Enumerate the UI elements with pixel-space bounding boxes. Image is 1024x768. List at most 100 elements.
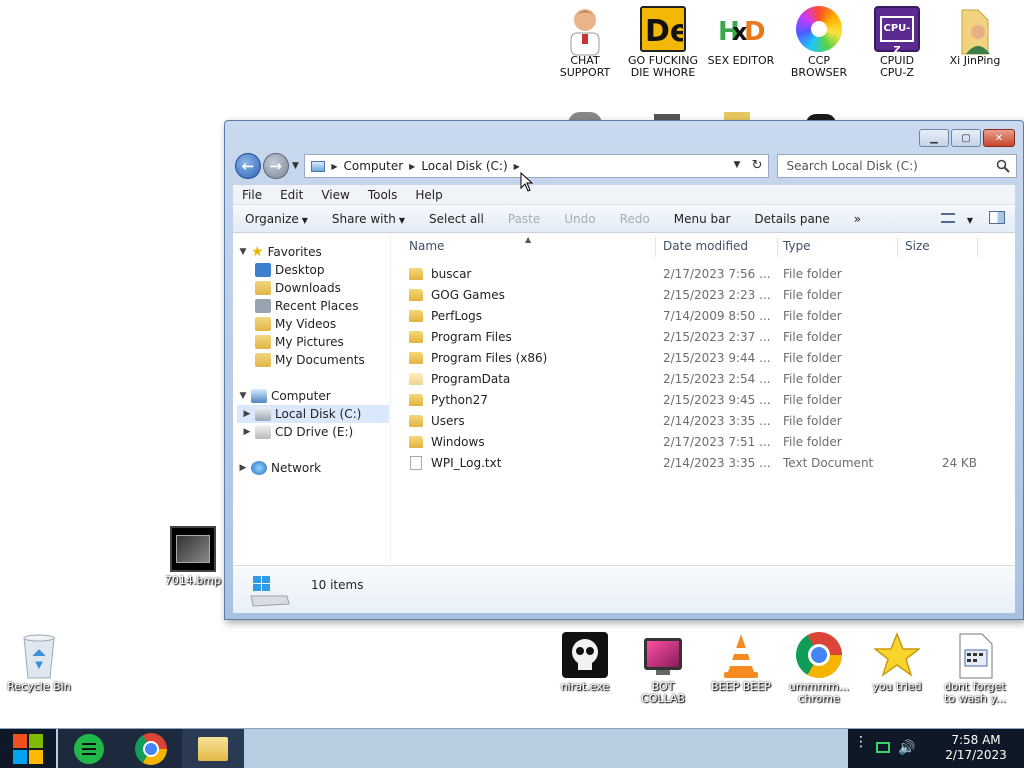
column-header-date[interactable]: Date modified	[663, 233, 748, 259]
tree-favorites[interactable]: ▼ ★ Favorites	[237, 243, 322, 261]
breadcrumb-local-disk[interactable]: Local Disk (C:)	[421, 159, 507, 173]
tree-computer[interactable]: ▼ Computer	[237, 387, 331, 405]
tree-local-disk-c[interactable]: ▶ Local Disk (C:)	[237, 405, 389, 423]
view-options-button[interactable]: ▼	[935, 212, 979, 226]
menu-view[interactable]: View	[312, 188, 358, 202]
tree-my-videos[interactable]: My Videos	[253, 315, 336, 333]
address-bar[interactable]: ▶ Computer ▶ Local Disk (C:) ▶ ▼ ↻	[304, 154, 770, 178]
file-row[interactable]: WPI_Log.txt 2/14/2023 3:35 ... Text Docu…	[409, 452, 1009, 473]
share-with-button[interactable]: Share with ▼	[320, 212, 417, 226]
tree-label: Downloads	[275, 281, 341, 295]
paste-button[interactable]: Paste	[496, 212, 552, 226]
search-input[interactable]: Search Local Disk (C:)	[786, 159, 917, 173]
desktop-icon-beep-beep[interactable]: BEEP BEEP	[702, 632, 780, 693]
desktop-icon-label: BOT COLLAB	[641, 680, 685, 705]
back-button[interactable]: ←	[235, 153, 261, 179]
file-row[interactable]: Python27 2/15/2023 9:45 ... File folder	[409, 389, 1009, 410]
clock[interactable]: 7:58 AM 2/17/2023	[936, 733, 1016, 763]
forward-button[interactable]: →	[262, 153, 289, 179]
taskbar: ⋮ 🔊 7:58 AM 2/17/2023	[0, 728, 1024, 768]
file-name: Windows	[431, 434, 485, 449]
select-all-button[interactable]: Select all	[417, 212, 496, 226]
desktop-icon-ccp-browser[interactable]: CCP BROWSER	[780, 6, 858, 79]
column-header-size[interactable]: Size	[905, 233, 930, 259]
desktop-icon-you-tried[interactable]: you tried	[858, 631, 936, 693]
column-divider[interactable]	[977, 237, 978, 257]
column-divider[interactable]	[655, 237, 656, 257]
refresh-icon[interactable]: ↻	[752, 158, 763, 173]
start-button[interactable]	[0, 729, 56, 768]
redo-button[interactable]: Redo	[608, 212, 662, 226]
breadcrumb-computer[interactable]: Computer	[344, 159, 404, 173]
expand-icon[interactable]: ▶	[241, 427, 253, 437]
sort-ascending-icon: ▲	[525, 235, 532, 244]
file-row[interactable]: Program Files 2/15/2023 2:37 ... File fo…	[409, 326, 1009, 347]
taskbar-chrome[interactable]	[120, 729, 182, 768]
menu-help[interactable]: Help	[406, 188, 451, 202]
maximize-button[interactable]: ▢	[951, 129, 981, 147]
column-header-type[interactable]: Type	[783, 233, 811, 259]
file-type: File folder	[783, 329, 842, 344]
desktop-icon-nirat[interactable]: nirat.exe	[546, 632, 624, 693]
collapse-icon[interactable]: ▼	[237, 247, 249, 257]
file-row[interactable]: buscar 2/17/2023 7:56 ... File folder	[409, 263, 1009, 284]
tree-my-pictures[interactable]: My Pictures	[253, 333, 344, 351]
tree-desktop[interactable]: Desktop	[253, 261, 325, 279]
file-row[interactable]: Users 2/14/2023 3:35 ... File folder	[409, 410, 1009, 431]
desktop-icon-dont-forget[interactable]: dont forget to wash y...	[936, 632, 1014, 705]
desktop-icon-recycle-bin[interactable]: Recycle Bin	[0, 632, 78, 693]
file-row[interactable]: Program Files (x86) 2/15/2023 9:44 ... F…	[409, 347, 1009, 368]
menu-tools[interactable]: Tools	[359, 188, 407, 202]
collapse-icon[interactable]: ▼	[237, 391, 249, 401]
file-row[interactable]: GOG Games 2/15/2023 2:23 ... File folder	[409, 284, 1009, 305]
file-row[interactable]: ProgramData 2/15/2023 2:54 ... File fold…	[409, 368, 1009, 389]
breadcrumb-separator[interactable]: ▶	[514, 162, 520, 171]
undo-button[interactable]: Undo	[552, 212, 607, 226]
tree-my-documents[interactable]: My Documents	[253, 351, 365, 369]
file-type: Text Document	[783, 455, 874, 470]
column-divider[interactable]	[777, 237, 778, 257]
breadcrumb-separator[interactable]: ▶	[331, 162, 337, 171]
vlc-cone-icon	[718, 632, 764, 678]
close-button[interactable]: ✕	[983, 129, 1015, 147]
column-header-name[interactable]: Name	[409, 233, 444, 259]
details-pane-button[interactable]: Details pane	[742, 212, 841, 226]
taskbar-file-explorer[interactable]	[182, 729, 244, 768]
menu-bar-button[interactable]: Menu bar	[662, 212, 743, 226]
desktop-icon-label: GO FUCKING DIE WHORE	[628, 54, 698, 79]
desktop-icon-xi-jinping[interactable]: Xi JinPing	[936, 6, 1014, 67]
breadcrumb-separator[interactable]: ▶	[409, 162, 415, 171]
search-icon[interactable]	[996, 159, 1010, 176]
tree-network[interactable]: ▶ Network	[237, 459, 321, 477]
desktop-icon-label: BEEP BEEP	[711, 680, 771, 693]
expand-icon[interactable]: ▶	[237, 463, 249, 473]
menu-edit[interactable]: Edit	[271, 188, 312, 202]
desktop-icon-chat-support[interactable]: CHAT SUPPORT	[546, 6, 624, 79]
expand-icon[interactable]: ▶	[241, 409, 253, 419]
more-commands-button[interactable]: »	[842, 212, 873, 226]
tree-recent-places[interactable]: Recent Places	[253, 297, 358, 315]
doctor-icon	[562, 6, 608, 56]
recent-pages-dropdown[interactable]: ▼	[289, 161, 303, 171]
tree-downloads[interactable]: Downloads	[253, 279, 341, 297]
desktop-icon-7014-bmp[interactable]: 7014.bmp	[154, 526, 232, 587]
desktop-icon-de[interactable]: De GO FUCKING DIE WHORE	[624, 6, 702, 79]
organize-button[interactable]: Organize ▼	[233, 212, 320, 226]
column-divider[interactable]	[897, 237, 898, 257]
address-dropdown-icon[interactable]: ▼	[734, 160, 741, 170]
taskbar-notes-app[interactable]	[58, 729, 120, 768]
show-hidden-icons-button[interactable]: ⋮	[854, 735, 868, 749]
desktop-icon-chrome[interactable]: ummmm... chrome	[780, 632, 858, 705]
network-status-icon[interactable]	[876, 742, 890, 753]
desktop-icon-hxd[interactable]: HxD SEX EDITOR	[702, 6, 780, 67]
desktop-icon-cpuz[interactable]: CPU-Z CPUID CPU-Z	[858, 6, 936, 79]
preview-pane-button[interactable]	[979, 210, 1015, 227]
file-row[interactable]: Windows 2/17/2023 7:51 ... File folder	[409, 431, 1009, 452]
tree-cd-drive-e[interactable]: ▶ CD Drive (E:)	[237, 423, 353, 441]
desktop-icon-bot-collab[interactable]: BOT COLLAB	[624, 632, 702, 705]
volume-icon[interactable]: 🔊	[898, 740, 915, 756]
minimize-button[interactable]: ▁	[919, 129, 949, 147]
file-row[interactable]: PerfLogs 7/14/2009 8:50 ... File folder	[409, 305, 1009, 326]
search-box[interactable]: Search Local Disk (C:)	[777, 154, 1018, 178]
menu-file[interactable]: File	[233, 188, 271, 202]
